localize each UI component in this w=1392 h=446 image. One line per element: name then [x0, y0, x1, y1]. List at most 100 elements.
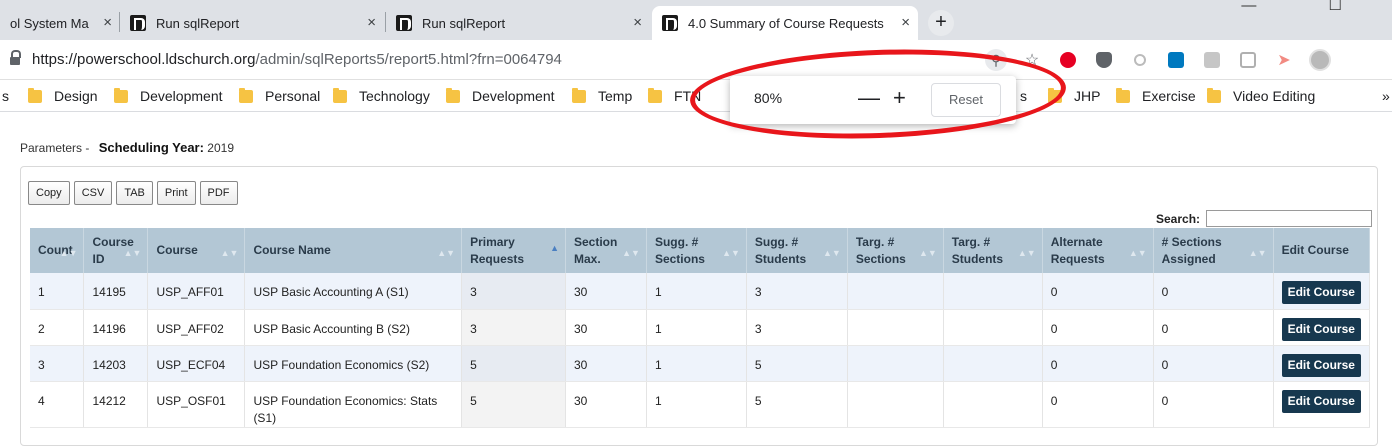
edit-course-button[interactable]: Edit Course — [1281, 389, 1361, 413]
tab-school-system[interactable]: ol System Ma × — [0, 6, 118, 40]
circle-extension-icon[interactable] — [1129, 49, 1151, 71]
cell-sugg-students: 3 — [746, 273, 848, 310]
pdf-button[interactable]: PDF — [199, 181, 238, 205]
cell-sugg-students: 3 — [746, 309, 848, 346]
cell-alternate-requests: 0 — [1042, 381, 1154, 428]
cell-alternate-requests: 0 — [1042, 309, 1154, 346]
tab-run-sqlreport-1[interactable]: Run sqlReport × — [120, 6, 384, 40]
edit-course-button[interactable]: Edit Course — [1281, 281, 1361, 304]
google-extension-icon[interactable] — [1201, 49, 1223, 71]
bookmark-video-editing[interactable]: Video Editing — [1207, 87, 1315, 104]
tab-button[interactable]: TAB — [116, 181, 153, 205]
bookmark-temp[interactable]: Temp — [572, 87, 632, 104]
window-controls[interactable]: — ☐ — [1241, 0, 1376, 14]
print-button[interactable]: Print — [156, 181, 196, 205]
cell-primary-requests: 3 — [461, 309, 566, 346]
bookmark-design[interactable]: Design — [28, 87, 98, 104]
col-course-name[interactable]: Course Name ▲▼ — [244, 228, 463, 273]
cell-sugg-sections: 1 — [646, 381, 747, 428]
trello-icon[interactable] — [1165, 49, 1187, 71]
folder-icon — [114, 87, 128, 103]
cell-edit: Edit Course — [1273, 381, 1371, 428]
address-bar[interactable]: https://powerschool.ldschurch.org/admin/… — [32, 51, 562, 68]
cell-course-id: 14212 — [83, 381, 149, 428]
cell-targ-sections — [847, 309, 944, 346]
col-sugg-students[interactable]: Sugg. # Students ▲▼ — [746, 228, 848, 273]
sort-icon: ▲▼ — [437, 248, 456, 258]
cell-alternate-requests: 0 — [1042, 273, 1154, 310]
cell-sections-assigned: 0 — [1153, 381, 1274, 428]
scheduling-year-label: Scheduling Year: — [98, 140, 204, 155]
browser-toolbar: https://powerschool.ldschurch.org/admin/… — [0, 40, 1392, 80]
col-course[interactable]: Course ▲▼ — [147, 228, 246, 273]
parameters-label: Parameters - — [20, 141, 90, 155]
sort-icon: ▲▼ — [220, 248, 239, 258]
col-count[interactable]: Count ▲▼ — [30, 228, 85, 273]
cell-course-id: 14195 — [83, 273, 149, 310]
pinterest-icon[interactable] — [1057, 49, 1079, 71]
cell-targ-students — [943, 273, 1043, 310]
cell-sections-assigned: 0 — [1153, 273, 1274, 310]
cast-extension-icon[interactable]: ➤ — [1273, 49, 1295, 71]
lock-icon[interactable] — [10, 50, 21, 65]
close-icon[interactable]: × — [633, 14, 642, 31]
bookmark-personal[interactable]: Personal — [239, 87, 320, 104]
copy-button[interactable]: Copy — [28, 181, 70, 205]
cell-course-name: USP Foundation Economics (S2) — [244, 345, 463, 382]
table-header-row: Count ▲▼ Course ID ▲▼ Course ▲▼ Course Name… — [30, 228, 1371, 273]
search-label: Search: — [1156, 212, 1201, 226]
cell-section-max: 30 — [565, 381, 647, 428]
cell-course-id: 14203 — [83, 345, 149, 382]
powerschool-logo-icon — [130, 15, 146, 31]
cell-course: USP_ECF04 — [147, 345, 246, 382]
cell-sugg-students: 5 — [746, 381, 848, 428]
new-tab-button[interactable]: + — [928, 10, 954, 36]
cell-primary-requests: 5 — [461, 381, 566, 428]
profile-avatar[interactable] — [1309, 49, 1331, 71]
edit-course-button[interactable]: Edit Course — [1281, 317, 1361, 341]
cell-sugg-sections: 1 — [646, 309, 747, 346]
col-sugg-sections[interactable]: Sugg. # Sections ▲▼ — [646, 228, 747, 273]
col-alternate-requests[interactable]: Alternate Requests ▲▼ — [1042, 228, 1154, 273]
col-section-max[interactable]: Section Max. ▲▼ — [565, 228, 647, 273]
bookmarks-overflow[interactable]: » — [1382, 88, 1390, 104]
cell-primary-requests: 3 — [461, 273, 566, 310]
tab-run-sqlreport-2[interactable]: Run sqlReport × — [386, 6, 650, 40]
scheduling-year-value: 2019 — [207, 141, 234, 155]
close-icon[interactable]: × — [901, 14, 910, 31]
sort-icon: ▲▼ — [823, 248, 841, 258]
cell-section-max: 30 — [565, 309, 647, 346]
col-course-id[interactable]: Course ID ▲▼ — [83, 228, 149, 273]
col-sections-assigned[interactable]: # Sections Assigned ▲▼ — [1153, 228, 1274, 273]
csv-button[interactable]: CSV — [73, 181, 113, 205]
cell-count: 3 — [30, 345, 85, 382]
col-targ-students[interactable]: Targ. # Students ▲▼ — [943, 228, 1043, 273]
cell-course: USP_AFF01 — [147, 273, 246, 310]
close-icon[interactable]: × — [367, 14, 376, 31]
sort-icon: ▲▼ — [1128, 248, 1147, 258]
edit-course-button[interactable]: Edit Course — [1281, 353, 1361, 377]
browser-tab-strip: ol System Ma × Run sqlReport × Run sqlRe… — [0, 0, 1392, 40]
cell-course-id: 14196 — [83, 309, 149, 346]
bookmark-development[interactable]: Development — [114, 87, 223, 104]
col-edit-course[interactable]: Edit Course — [1273, 228, 1371, 273]
sort-ascending-icon: ▲ — [550, 243, 559, 253]
bookmark-technology[interactable]: Technology — [333, 87, 430, 104]
tab-title: ol System Ma — [10, 15, 89, 31]
col-primary-requests[interactable]: Primary Requests ▲ — [461, 228, 566, 273]
url-host: https://powerschool.ldschurch.org — [32, 51, 256, 68]
bookmark-development-2[interactable]: Development — [446, 87, 555, 104]
table-row: 4 14212 USP_OSF01 USP Foundation Economi… — [30, 381, 1371, 428]
pocket-icon[interactable] — [1093, 49, 1115, 71]
bookmark-exercise[interactable]: Exercise — [1116, 87, 1196, 104]
bookmark-fragment[interactable]: s — [2, 88, 9, 104]
cell-sugg-students: 5 — [746, 345, 848, 382]
close-icon[interactable]: × — [103, 14, 112, 31]
col-targ-sections[interactable]: Targ. # Sections ▲▼ — [847, 228, 944, 273]
checklist-extension-icon[interactable] — [1237, 49, 1259, 71]
cell-sections-assigned: 0 — [1153, 345, 1274, 382]
sort-icon: ▲▼ — [1017, 248, 1036, 258]
folder-icon — [1207, 87, 1221, 103]
search-input[interactable] — [1206, 210, 1372, 227]
tab-summary-course-requests[interactable]: 4.0 Summary of Course Requests × — [652, 6, 918, 40]
